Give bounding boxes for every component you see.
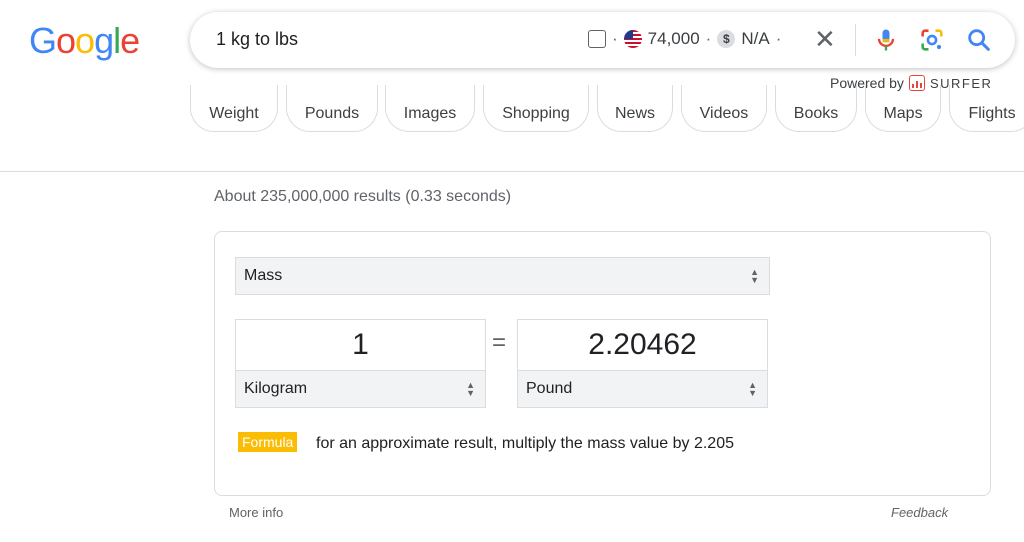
feedback-link[interactable]: Feedback <box>891 505 948 520</box>
from-unit-label: Kilogram <box>244 380 308 397</box>
close-icon[interactable]: ✕ <box>814 25 836 53</box>
from-value-input[interactable]: 1 <box>235 319 486 370</box>
to-unit-label: Pound <box>526 380 573 397</box>
chip-weight[interactable]: Weight <box>190 85 278 132</box>
logo-letter: o <box>75 20 95 61</box>
chip-news[interactable]: News <box>597 85 673 132</box>
to-unit-select[interactable]: Pound ▲ ▼ <box>517 370 768 408</box>
microphone-icon[interactable] <box>872 26 900 54</box>
filter-chips: Weight Pounds Images Shopping News Video… <box>190 85 1024 133</box>
select-arrows-icon: ▲ ▼ <box>466 380 475 398</box>
us-flag-icon <box>623 30 642 48</box>
keyword-metrics: · 74,000 · $ N/A · <box>588 29 781 49</box>
cpc-value: N/A <box>741 29 770 48</box>
separator: · <box>612 29 618 48</box>
chip-pounds[interactable]: Pounds <box>286 85 378 132</box>
google-lens-icon[interactable] <box>918 26 946 54</box>
keyword-checkbox[interactable] <box>588 30 606 48</box>
select-arrows-icon: ▲ ▼ <box>748 380 757 398</box>
category-label: Mass <box>244 267 283 284</box>
google-logo[interactable]: Google <box>29 20 140 62</box>
logo-letter: e <box>120 20 140 61</box>
formula-text: for an approximate result, multiply the … <box>316 435 734 452</box>
separator: · <box>775 29 782 48</box>
search-icon[interactable] <box>965 26 993 54</box>
chip-books[interactable]: Books <box>775 85 857 132</box>
dollar-icon: $ <box>717 30 736 48</box>
chip-shopping[interactable]: Shopping <box>483 85 589 132</box>
more-info-link[interactable]: More info <box>229 505 283 520</box>
unit-converter: Mass ▲ ▼ 1 Kilogram ▲ ▼ = 2.20462 Pound ▲ ▼… <box>214 231 991 496</box>
search-input[interactable]: 1 kg to lbs <box>216 29 298 50</box>
search-bar[interactable]: 1 kg to lbs · 74,000 · $ N/A · ✕ <box>190 12 1015 68</box>
logo-letter: G <box>29 20 57 61</box>
chip-flights[interactable]: Flights <box>949 85 1024 132</box>
chip-videos[interactable]: Videos <box>681 85 767 132</box>
logo-letter: l <box>113 20 121 61</box>
divider <box>855 24 856 56</box>
result-stats: About 235,000,000 results (0.33 seconds) <box>214 188 512 205</box>
header-divider <box>0 171 1024 172</box>
select-arrows-icon: ▲ ▼ <box>750 267 759 285</box>
logo-letter: o <box>56 20 76 61</box>
equals-sign: = <box>492 329 507 356</box>
separator: · <box>705 29 712 48</box>
category-select[interactable]: Mass ▲ ▼ <box>235 257 770 295</box>
chip-maps[interactable]: Maps <box>865 85 941 132</box>
chip-images[interactable]: Images <box>385 85 475 132</box>
search-volume: 74,000 <box>647 29 700 48</box>
logo-letter: g <box>94 20 114 61</box>
formula-badge: Formula <box>238 432 298 452</box>
from-unit-select[interactable]: Kilogram ▲ ▼ <box>235 370 486 408</box>
to-value-input[interactable]: 2.20462 <box>517 319 768 370</box>
